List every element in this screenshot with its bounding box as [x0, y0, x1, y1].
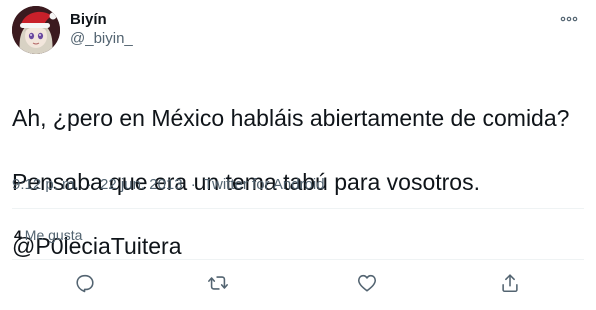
- separator: ·: [86, 176, 92, 193]
- reply-icon[interactable]: [71, 269, 99, 297]
- avatar-santa-hat-icon: [12, 6, 60, 54]
- likes-stat[interactable]: 4 Me gusta: [14, 225, 82, 245]
- like-icon[interactable]: [353, 269, 381, 297]
- action-bar: [0, 269, 596, 297]
- divider: [12, 259, 584, 260]
- tweet-text-line: Ah, ¿pero en México habláis abiertamente…: [12, 105, 570, 131]
- separator: ·: [190, 176, 196, 193]
- divider: [12, 208, 584, 209]
- user-handle[interactable]: @_biyin_: [70, 29, 133, 48]
- share-icon[interactable]: [496, 269, 524, 297]
- display-name[interactable]: Biyín: [70, 10, 133, 29]
- tweet-card: Biyín @_biyin_ Ah, ¿pero en México hablá…: [0, 0, 596, 310]
- user-info: Biyín @_biyin_: [70, 10, 133, 48]
- mention-link[interactable]: @P0leciaTuitera: [12, 230, 582, 262]
- more-options-icon[interactable]: [558, 10, 580, 28]
- tweet-time[interactable]: 9:12 p. m.: [12, 176, 79, 193]
- avatar[interactable]: [12, 6, 60, 54]
- tweet-source[interactable]: Twitter for Android: [204, 176, 325, 193]
- tweet-meta: 9:12 p. m. · 22 jun. 2013 · Twitter for …: [12, 175, 325, 195]
- retweet-icon[interactable]: [204, 269, 232, 297]
- likes-label: Me gusta: [24, 227, 83, 243]
- likes-count: 4: [14, 227, 22, 243]
- tweet-date[interactable]: 22 jun. 2013: [100, 176, 183, 193]
